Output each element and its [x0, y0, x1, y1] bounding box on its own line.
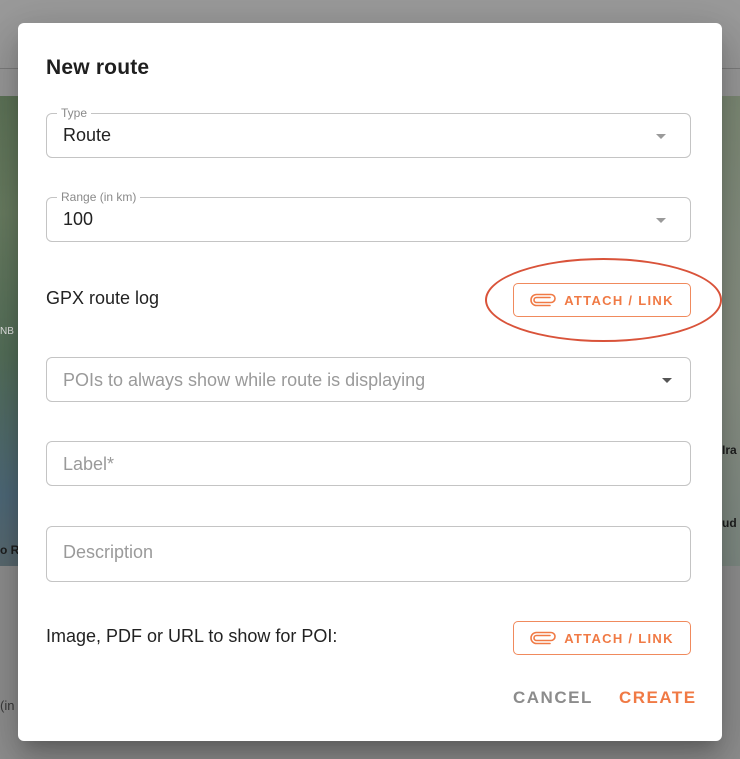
- description-input[interactable]: Description: [46, 526, 691, 582]
- gpx-attach-link-label: ATTACH / LINK: [564, 292, 674, 308]
- background-map-right: [722, 96, 740, 566]
- type-select-value: Route: [63, 125, 112, 145]
- gpx-attach-link-button[interactable]: ATTACH / LINK: [513, 283, 691, 317]
- media-attach-link-label: ATTACH / LINK: [564, 630, 674, 646]
- pois-select-placeholder: POIs to always show while route is displ…: [63, 370, 426, 390]
- dropdown-arrow-icon[interactable]: [662, 378, 672, 383]
- media-attachment-label: Image, PDF or URL to show for POI:: [46, 626, 338, 646]
- media-attach-link-button[interactable]: ATTACH / LINK: [513, 621, 691, 655]
- paperclip-icon: [530, 631, 556, 645]
- background-map-text: NB: [0, 326, 14, 337]
- paperclip-icon: [530, 293, 556, 307]
- background-map-text: o R: [0, 543, 20, 557]
- background-map-text: Ira: [722, 443, 737, 457]
- background-map-text: ud: [722, 516, 737, 530]
- dropdown-arrow-icon[interactable]: [656, 218, 666, 223]
- range-select-label: Range (in km): [57, 190, 141, 204]
- new-route-dialog: New route Type Route Range (in km) 100 G…: [18, 23, 722, 741]
- create-button[interactable]: CREATE: [619, 688, 697, 708]
- description-input-placeholder: Description: [63, 542, 154, 562]
- dialog-title: New route: [46, 56, 150, 79]
- dropdown-arrow-icon[interactable]: [656, 134, 666, 139]
- cancel-button[interactable]: CANCEL: [513, 688, 593, 708]
- type-select[interactable]: Type Route: [46, 106, 691, 158]
- label-input-placeholder: Label*: [63, 454, 115, 474]
- type-select-label: Type: [57, 106, 92, 120]
- range-select-value: 100: [63, 209, 94, 229]
- range-select[interactable]: Range (in km) 100: [46, 190, 691, 242]
- label-input[interactable]: Label*: [46, 441, 691, 486]
- gpx-route-log-label: GPX route log: [46, 288, 160, 308]
- background-field-text: (in: [0, 698, 15, 713]
- pois-select[interactable]: POIs to always show while route is displ…: [46, 357, 691, 402]
